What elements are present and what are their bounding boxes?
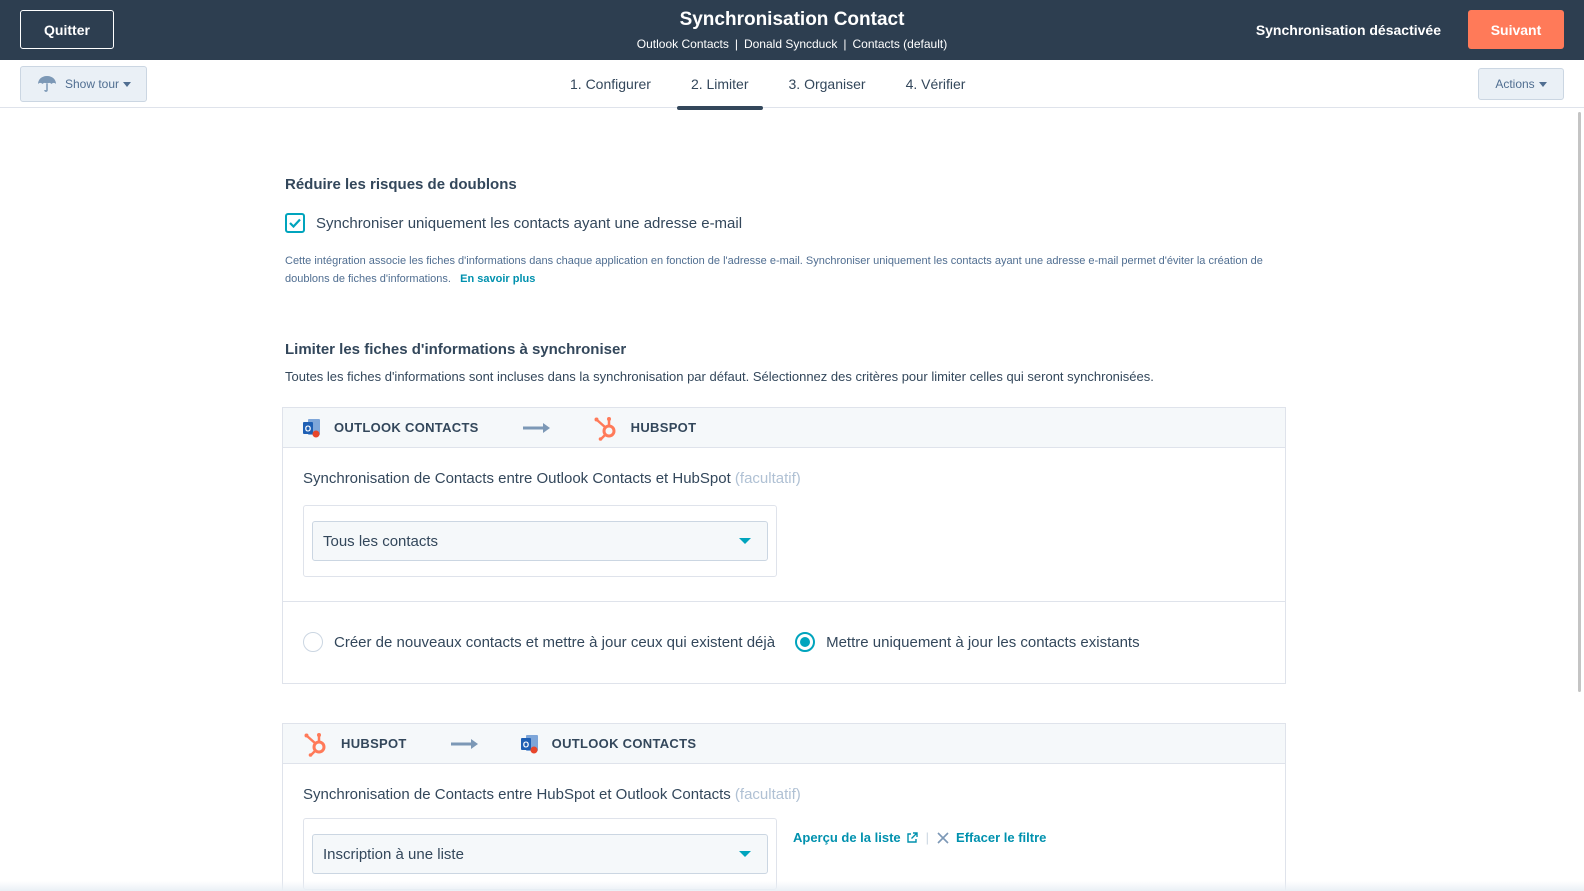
top-bar: Quitter Synchronisation Contact Outlook … <box>0 0 1584 60</box>
radio-create-label: Créer de nouveaux contacts et mettre à j… <box>334 633 776 651</box>
sync-filter-label: Synchronisation de Contacts entre HubSpo… <box>303 786 1265 803</box>
chevron-down-icon <box>739 538 751 544</box>
sync-filter-label-text: Synchronisation de Contacts entre Outloo… <box>303 470 731 487</box>
step-tabs: 1. Configurer 2. Limiter 3. Organiser 4.… <box>556 60 991 110</box>
link-divider: | <box>925 830 930 845</box>
checkmark-icon <box>289 218 301 228</box>
target-app-name: OUTLOOK CONTACTS <box>551 736 697 751</box>
email-only-checkbox[interactable] <box>285 213 305 233</box>
radio-create-and-update[interactable] <box>303 632 323 652</box>
duplicates-section: Réduire les risques de doublons Synchron… <box>285 176 1295 288</box>
page-title: Synchronisation Contact <box>679 9 905 30</box>
actions-button[interactable]: Actions <box>1478 68 1564 100</box>
tab-organiser[interactable]: 3. Organiser <box>775 60 880 108</box>
hubspot-to-outlook-panel: HUBSPOT O OUTLOOK CONTACTS Synchronisati… <box>282 723 1286 891</box>
svg-text:O: O <box>305 424 311 433</box>
source-app-name: OUTLOOK CONTACTS <box>334 420 479 435</box>
clear-filter-link[interactable]: Effacer le filtre <box>956 830 1046 845</box>
quit-button[interactable]: Quitter <box>20 10 114 49</box>
outlook-to-hubspot-panel: O OUTLOOK CONTACTS HUBSPOT Synchronisati… <box>282 407 1286 684</box>
limit-description: Toutes les fiches d'informations sont in… <box>285 369 1154 384</box>
list-links: Aperçu de la liste | Effacer le filtre <box>793 830 1046 845</box>
learn-more-link[interactable]: En savoir plus <box>460 273 535 285</box>
email-only-option: Synchroniser uniquement les contacts aya… <box>285 213 1295 233</box>
close-icon[interactable] <box>937 831 949 844</box>
breadcrumb-object: Contacts (default) <box>852 37 948 51</box>
email-only-label: Synchroniser uniquement les contacts aya… <box>316 214 743 232</box>
limit-section: Limiter les fiches d'informations à sync… <box>285 341 1154 384</box>
breadcrumb-account: Donald Syncduck <box>743 37 838 51</box>
show-tour-button[interactable]: Show tour <box>20 66 147 102</box>
title-area: Synchronisation Contact Outlook Contacts… <box>542 8 1042 52</box>
panel-header: HUBSPOT O OUTLOOK CONTACTS <box>283 724 1285 764</box>
target-app-name: HUBSPOT <box>630 420 697 435</box>
umbrella-icon <box>38 76 56 92</box>
list-filter-select[interactable]: Inscription à une liste <box>312 834 768 874</box>
contacts-filter-select[interactable]: Tous les contacts <box>312 521 768 561</box>
limit-title: Limiter les fiches d'informations à sync… <box>285 341 627 358</box>
panel-header: O OUTLOOK CONTACTS HUBSPOT <box>283 408 1285 448</box>
radio-update-label: Mettre uniquement à jour les contacts ex… <box>826 633 1140 651</box>
breadcrumb-separator: | <box>843 37 847 51</box>
show-tour-label: Show tour <box>65 77 120 91</box>
list-filter-value: Inscription à une liste <box>323 845 464 863</box>
breadcrumb: Outlook Contacts | Donald Syncduck | Contact… <box>542 36 1042 52</box>
sync-mode-options: Créer de nouveaux contacts et mettre à j… <box>283 601 1285 682</box>
outlook-icon: O <box>520 734 538 753</box>
duplicates-help-text: Cette intégration associe les fiches d'i… <box>285 255 1263 285</box>
panel-body: Synchronisation de Contacts entre Outloo… <box>283 448 1285 577</box>
arrow-right-icon <box>450 738 478 749</box>
optional-tag: (facultatif) <box>734 786 801 803</box>
scrollbar-thumb[interactable] <box>1578 112 1581 692</box>
breadcrumb-app: Outlook Contacts <box>636 37 729 51</box>
outlook-icon: O <box>303 418 320 437</box>
tab-limiter[interactable]: 2. Limiter <box>676 60 763 110</box>
hubspot-sprocket-icon <box>594 416 616 441</box>
tab-verifier[interactable]: 4. Vérifier <box>892 60 980 108</box>
hubspot-sprocket-icon <box>304 732 326 757</box>
source-app-name: HUBSPOT <box>341 736 407 751</box>
filter-container: Tous les contacts <box>303 505 777 577</box>
panel-body: Synchronisation de Contacts entre HubSpo… <box>283 764 1285 890</box>
arrow-right-icon <box>522 422 550 433</box>
radio-update-only[interactable] <box>795 632 816 652</box>
next-button[interactable]: Suivant <box>1468 10 1564 49</box>
sync-filter-label-text: Synchronisation de Contacts entre HubSpo… <box>303 786 731 803</box>
svg-text:O: O <box>523 740 529 749</box>
sync-filter-label: Synchronisation de Contacts entre Outloo… <box>303 470 1265 487</box>
external-link-icon <box>906 831 918 843</box>
filter-container: Inscription à une liste <box>303 818 777 890</box>
bottom-fade <box>0 881 1584 891</box>
chevron-down-icon <box>739 851 751 857</box>
tab-configurer[interactable]: 1. Configurer <box>556 60 665 108</box>
duplicates-title: Réduire les risques de doublons <box>285 176 517 193</box>
actions-label: Actions <box>1495 77 1535 91</box>
chevron-down-icon <box>1538 81 1547 87</box>
contacts-filter-value: Tous les contacts <box>323 532 439 550</box>
scrollbar[interactable] <box>1572 108 1584 891</box>
optional-tag: (facultatif) <box>734 470 801 487</box>
breadcrumb-separator: | <box>734 37 738 51</box>
chevron-down-icon <box>123 81 132 87</box>
step-nav: Show tour 1. Configurer 2. Limiter 3. Or… <box>0 60 1584 110</box>
duplicates-help: Cette intégration associe les fiches d'i… <box>285 252 1295 288</box>
sync-status: Synchronisation désactivée <box>1255 22 1441 38</box>
preview-list-link[interactable]: Aperçu de la liste <box>793 830 901 845</box>
